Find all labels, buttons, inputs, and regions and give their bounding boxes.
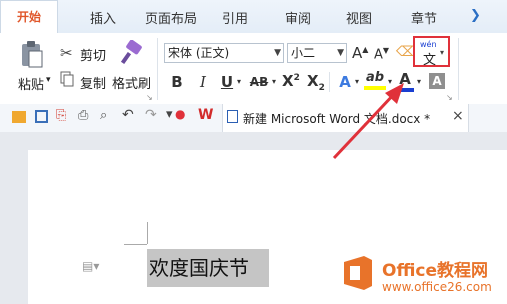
group-divider (157, 38, 158, 100)
watermark-title: Office教程网 (382, 261, 489, 281)
undo-icon[interactable]: ↶ (122, 107, 134, 123)
toolbar-pin-icon[interactable]: ● (175, 107, 185, 121)
chevron-down-icon[interactable]: ▾ (414, 72, 424, 92)
char-shading-button[interactable]: A (429, 73, 445, 89)
watermark-url: www.office26.com (382, 280, 492, 294)
ribbon-tab-bar: 开始 插入 页面布局 引用 审阅 视图 章节 ❯ (0, 0, 507, 34)
paste-button[interactable] (20, 40, 44, 70)
copy-button[interactable]: 复制 (80, 73, 106, 92)
paste-label[interactable]: 粘贴 (18, 74, 44, 93)
copy-icon (60, 71, 74, 87)
close-tab-icon[interactable]: × (452, 108, 464, 124)
paste-dropdown-icon[interactable]: ▾ (46, 75, 51, 85)
tab-page-layout[interactable]: 页面布局 (145, 8, 197, 27)
chevron-down-icon[interactable]: ▾ (234, 72, 244, 92)
margin-corner-mark (124, 244, 147, 245)
save-icon[interactable] (35, 110, 48, 123)
tab-insert[interactable]: 插入 (90, 8, 116, 27)
shrink-font-button[interactable]: A▼ (374, 46, 389, 62)
wps-logo-icon[interactable]: W (198, 107, 213, 123)
tab-section[interactable]: 章节 (411, 8, 437, 27)
font-size-value: 小二 (291, 46, 316, 60)
phonetic-pinyin-label: wén (420, 40, 437, 49)
group-divider (458, 38, 459, 100)
superscript-button[interactable]: X2 (282, 72, 300, 90)
font-family-value: 宋体 (正文) (168, 46, 230, 60)
chevron-down-icon[interactable]: ▼ (274, 44, 281, 62)
print-preview-icon[interactable]: ⌕ (100, 108, 107, 123)
tab-review[interactable]: 审阅 (285, 8, 311, 27)
phonetic-guide-button[interactable]: 文 (423, 49, 436, 68)
cut-button[interactable]: 剪切 (80, 45, 106, 64)
scissors-icon: ✂ (60, 44, 73, 62)
chevron-down-icon[interactable]: ▾ (269, 72, 279, 92)
clipboard-icon (22, 41, 43, 68)
grow-font-button[interactable]: A▲ (352, 44, 368, 62)
redo-icon[interactable]: ↷ (145, 107, 157, 123)
paragraph-handle-icon[interactable]: ▤▾ (82, 259, 99, 273)
font-dialog-launcher-icon[interactable]: ↘ (446, 93, 453, 102)
chevron-down-icon[interactable]: ▾ (440, 48, 444, 57)
clipboard-dialog-launcher-icon[interactable]: ↘ (146, 93, 153, 102)
document-body-text[interactable]: 欢度国庆节 (149, 252, 249, 281)
font-family-select[interactable]: 宋体 (正文) ▼ (164, 43, 284, 63)
format-painter-icon (118, 39, 144, 68)
subscript-button[interactable]: X2 (307, 72, 325, 93)
print-icon[interactable]: ⎙ (78, 108, 88, 123)
export-pdf-icon[interactable]: ⎘ (56, 108, 66, 123)
office-logo-icon (344, 256, 372, 290)
format-painter-button[interactable]: 格式刷 (112, 73, 151, 92)
chevron-down-icon[interactable]: ▼ (337, 44, 344, 62)
tab-home[interactable]: 开始 (0, 0, 58, 33)
font-size-select[interactable]: 小二 ▼ (287, 43, 347, 63)
tab-references[interactable]: 引用 (222, 8, 248, 27)
bold-button[interactable]: B (168, 72, 186, 92)
margin-corner-mark (147, 222, 148, 244)
open-folder-icon[interactable] (12, 111, 26, 123)
tab-view[interactable]: 视图 (346, 8, 372, 27)
word-document-icon (227, 110, 238, 123)
customize-toolbar-icon[interactable]: ▾ (166, 107, 173, 122)
strikethrough-button[interactable]: AB (247, 72, 271, 92)
italic-button[interactable]: I (194, 72, 212, 92)
annotation-arrow-icon (332, 83, 404, 160)
more-tabs-icon[interactable]: ❯ (470, 8, 481, 23)
